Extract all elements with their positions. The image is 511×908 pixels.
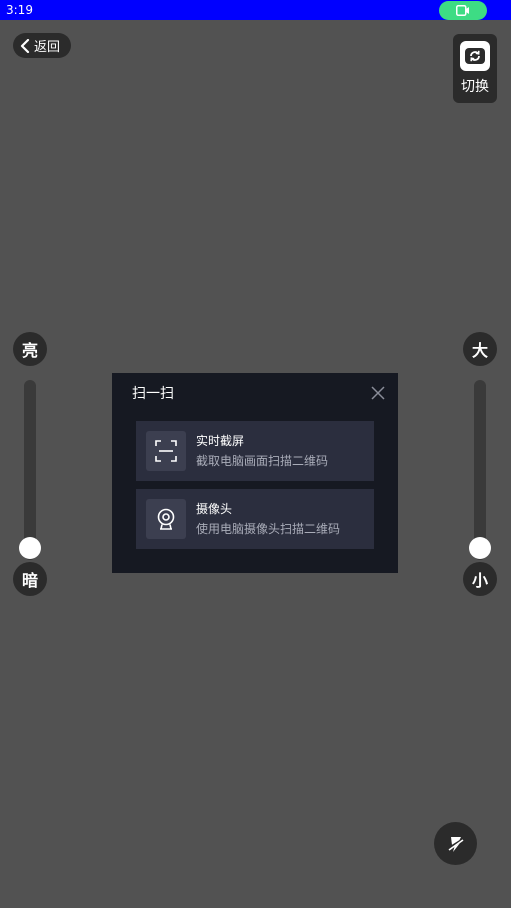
scan-frame-icon xyxy=(146,431,186,471)
brightness-slider-thumb[interactable] xyxy=(19,537,41,559)
flashlight-button[interactable] xyxy=(434,822,477,865)
option-webcam[interactable]: 摄像头 使用电脑摄像头扫描二维码 xyxy=(136,489,374,549)
switch-camera-icon xyxy=(460,41,490,71)
dialog-title: 扫一扫 xyxy=(132,386,174,402)
status-bar: 3:19 xyxy=(0,0,511,20)
status-time: 3:19 xyxy=(6,3,33,17)
video-camera-icon xyxy=(456,5,469,16)
switch-button[interactable]: 切换 xyxy=(453,34,497,103)
zoom-slider-thumb[interactable] xyxy=(469,537,491,559)
brightness-low-label: 暗 xyxy=(13,562,47,596)
option-title: 摄像头 xyxy=(196,502,233,516)
back-button[interactable]: 返回 xyxy=(13,33,71,58)
brightness-slider-track[interactable] xyxy=(24,380,36,560)
switch-label: 切换 xyxy=(461,79,489,95)
option-screen-capture[interactable]: 实时截屏 截取电脑画面扫描二维码 xyxy=(136,421,374,481)
scan-dialog: 扫一扫 实时截屏 截取电脑画面扫描二维码 摄像头 使用电脑摄像头扫描二维码 xyxy=(112,373,398,573)
brightness-high-label: 亮 xyxy=(13,332,47,366)
option-title: 实时截屏 xyxy=(196,434,245,448)
chevron-left-icon xyxy=(20,38,30,53)
option-description: 截取电脑画面扫描二维码 xyxy=(196,454,329,468)
close-icon[interactable] xyxy=(370,385,386,401)
flashlight-off-icon xyxy=(446,836,465,852)
zoom-slider-track[interactable] xyxy=(474,380,486,560)
zoom-out-label: 小 xyxy=(463,562,497,596)
zoom-in-label: 大 xyxy=(463,332,497,366)
webcam-icon xyxy=(146,499,186,539)
camera-indicator-pill xyxy=(439,1,487,20)
option-description: 使用电脑摄像头扫描二维码 xyxy=(196,522,341,536)
back-label: 返回 xyxy=(34,40,61,55)
